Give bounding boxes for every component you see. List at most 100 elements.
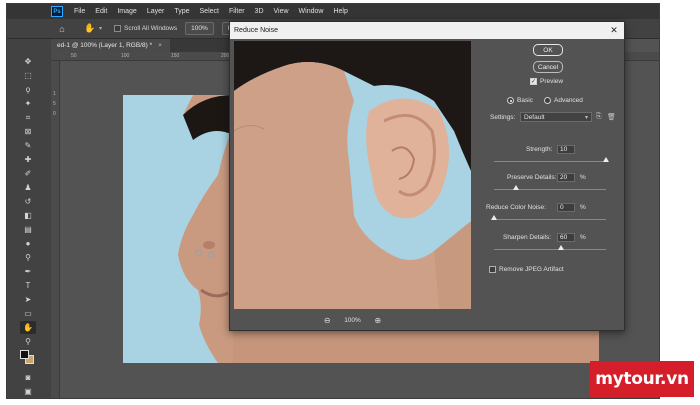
dodge-tool-icon[interactable]: ⚲ [20, 251, 36, 264]
preserve-details-input[interactable]: 20 [557, 173, 575, 182]
menu-select[interactable]: Select [195, 8, 224, 15]
pen-tool-icon[interactable]: ✒ [20, 265, 36, 278]
strength-label: Strength: [526, 146, 553, 153]
reduce-noise-dialog: Reduce Noise ✕ ⊖ 100% ⊕ OK Cancel ✓ Prev… [229, 21, 625, 331]
sharpen-details-slider-thumb[interactable] [558, 245, 565, 250]
magic-wand-tool-icon[interactable]: ✦ [20, 97, 36, 110]
ok-button[interactable]: OK [533, 44, 563, 56]
history-brush-tool-icon[interactable]: ↺ [20, 195, 36, 208]
hand-icon[interactable]: ✋ [83, 22, 97, 36]
preview-checkbox[interactable]: ✓ [530, 78, 537, 85]
menu-layer[interactable]: Layer [142, 8, 170, 15]
tools-panel: ✥ ⬚ ϙ ✦ ⌗ ⊠ ✎ ✚ ✐ ♟ ↺ ◧ ▤ ● ⚲ ✒ T ➤ ▭ ✋ … [7, 39, 51, 398]
preserve-details-slider-track[interactable] [494, 189, 606, 190]
settings-value: Default [524, 113, 545, 121]
chevron-down-icon: ▾ [584, 115, 588, 121]
scroll-all-windows-label: Scroll All Windows [124, 25, 178, 32]
rectangle-tool-icon[interactable]: ▭ [20, 307, 36, 320]
gradient-tool-icon[interactable]: ▤ [20, 223, 36, 236]
foreground-color-swatch[interactable] [20, 350, 29, 359]
reduce-color-noise-slider-thumb[interactable] [491, 215, 497, 220]
zoom-tool-icon[interactable]: ⚲ [20, 335, 36, 348]
preserve-details-percent: % [580, 174, 586, 181]
preserve-details-label: Preserve Details: [507, 174, 557, 181]
sharpen-details-input[interactable]: 60 [557, 233, 575, 242]
document-tab-bar: ed-1 @ 100% (Layer 1, RGB/8) * × [51, 39, 241, 52]
strength-input[interactable]: 10 [557, 145, 575, 154]
remove-jpeg-artifact-checkbox[interactable] [489, 266, 496, 273]
photoshop-logo: Ps [51, 6, 63, 17]
ruler-tick-label: 1 [53, 91, 56, 97]
preview-photo [234, 41, 471, 309]
move-tool-icon[interactable]: ✥ [20, 55, 36, 68]
settings-label: Settings: [490, 114, 516, 121]
zoom-100-button[interactable]: 100% [185, 22, 214, 35]
reduce-color-noise-input[interactable]: 0 [557, 203, 575, 212]
menu-type[interactable]: Type [169, 8, 194, 15]
menu-window[interactable]: Window [294, 8, 329, 15]
mytour-watermark-logo: mytour.vn [590, 361, 694, 397]
sharpen-details-label: Sharpen Details: [503, 234, 552, 241]
strength-slider-track[interactable] [494, 161, 606, 162]
filter-preview[interactable] [234, 41, 471, 309]
screen-mode-icon[interactable]: ▣ [20, 385, 36, 398]
preview-zoom-level: 100% [344, 316, 361, 324]
cancel-button[interactable]: Cancel [533, 61, 563, 73]
strength-slider-thumb[interactable] [603, 157, 609, 162]
ruler-tick-label: 150 [171, 53, 180, 59]
close-icon[interactable]: ✕ [608, 24, 620, 36]
scroll-all-windows-checkbox[interactable] [114, 25, 122, 32]
reduce-color-noise-percent: % [580, 204, 586, 211]
dialog-title: Reduce Noise [234, 27, 278, 34]
zoom-out-icon[interactable]: ⊖ [322, 315, 332, 325]
hand-tool-icon[interactable]: ✋ [20, 321, 36, 334]
sharpen-details-percent: % [580, 234, 586, 241]
clone-stamp-tool-icon[interactable]: ♟ [20, 181, 36, 194]
type-tool-icon[interactable]: T [20, 279, 36, 292]
sharpen-details-slider-track[interactable] [494, 249, 606, 250]
reduce-color-noise-slider-track[interactable] [494, 219, 606, 220]
path-selection-tool-icon[interactable]: ➤ [20, 293, 36, 306]
preview-zoom-controls: ⊖ 100% ⊕ [234, 312, 471, 328]
ruler-tick-label: 100 [121, 53, 130, 59]
ruler-tick-label: 50 [71, 53, 77, 59]
menu-bar: Ps File Edit Image Layer Type Select Fil… [7, 4, 659, 19]
ruler-tick-label: 5 [53, 101, 56, 107]
frame-tool-icon[interactable]: ⊠ [20, 125, 36, 138]
lasso-tool-icon[interactable]: ϙ [20, 83, 36, 96]
basic-label: Basic [517, 97, 533, 104]
dialog-title-bar[interactable]: Reduce Noise ✕ [230, 22, 624, 39]
marquee-tool-icon[interactable]: ⬚ [20, 69, 36, 82]
close-icon[interactable]: × [158, 42, 162, 49]
advanced-radio[interactable] [544, 97, 551, 104]
menu-view[interactable]: View [269, 8, 294, 15]
crop-tool-icon[interactable]: ⌗ [20, 111, 36, 124]
menu-3d[interactable]: 3D [250, 8, 269, 15]
menu-file[interactable]: File [69, 8, 90, 15]
zoom-in-icon[interactable]: ⊕ [373, 315, 383, 325]
healing-brush-tool-icon[interactable]: ✚ [20, 153, 36, 166]
brush-tool-icon[interactable]: ✐ [20, 167, 36, 180]
save-settings-icon[interactable]: ⎘ [596, 113, 602, 121]
eyedropper-tool-icon[interactable]: ✎ [20, 139, 36, 152]
advanced-label: Advanced [554, 97, 583, 104]
settings-dropdown[interactable]: Default ▾ [520, 112, 592, 122]
menu-help[interactable]: Help [328, 8, 352, 15]
preserve-details-slider-thumb[interactable] [513, 185, 520, 190]
photoshop-window: Ps File Edit Image Layer Type Select Fil… [6, 3, 660, 399]
menu-image[interactable]: Image [112, 8, 141, 15]
home-icon[interactable]: ⌂ [55, 22, 69, 36]
basic-radio[interactable] [507, 97, 514, 104]
chevron-down-icon[interactable]: ▾ [99, 25, 102, 32]
blur-tool-icon[interactable]: ● [20, 237, 36, 250]
trash-icon[interactable]: 🗑 [607, 113, 616, 121]
menu-filter[interactable]: Filter [224, 8, 250, 15]
reduce-noise-settings-panel: OK Cancel ✓ Preview Basic Advanced Setti… [478, 41, 622, 309]
quick-mask-icon[interactable]: ◙ [20, 371, 36, 384]
menu-edit[interactable]: Edit [90, 8, 112, 15]
document-tab[interactable]: ed-1 @ 100% (Layer 1, RGB/8) * × [51, 39, 170, 52]
reduce-color-noise-label: Reduce Color Noise: [486, 204, 546, 211]
ruler-tick-label: 0 [53, 111, 56, 117]
preview-label: Preview [540, 78, 564, 85]
eraser-tool-icon[interactable]: ◧ [20, 209, 36, 222]
